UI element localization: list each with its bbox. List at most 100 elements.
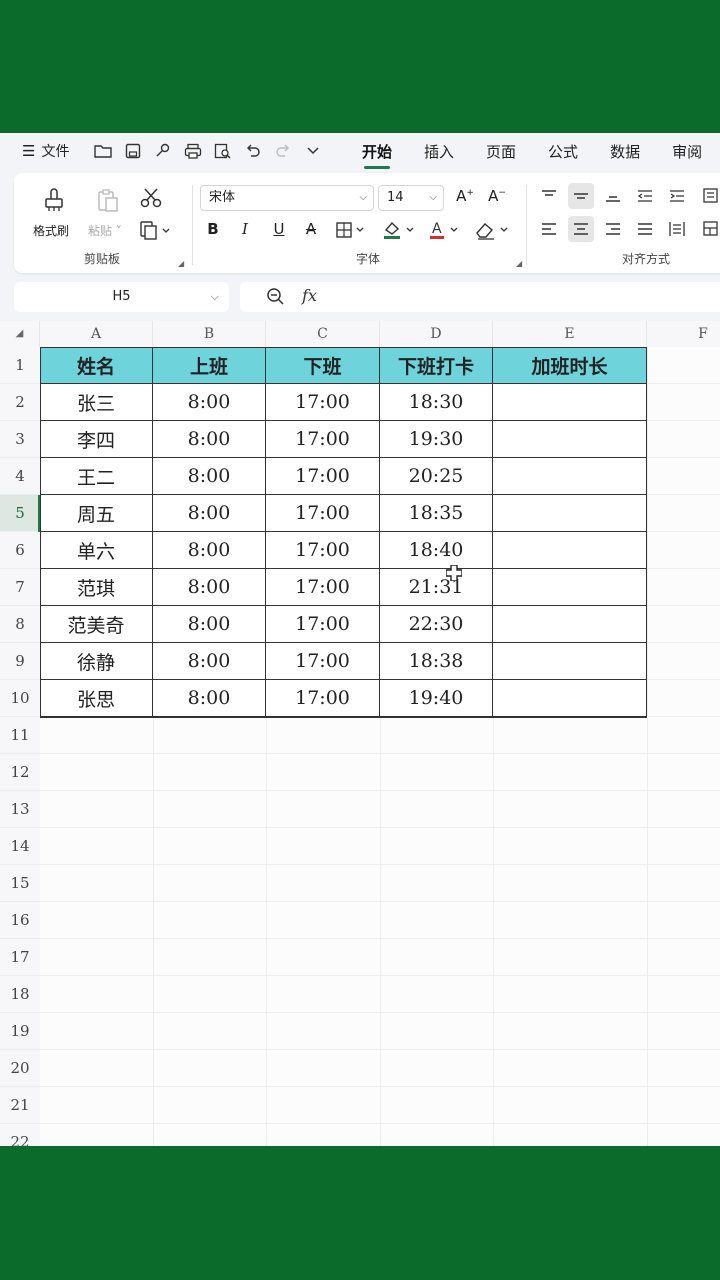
zoom-icon[interactable]	[266, 287, 286, 311]
bold-icon[interactable]: B	[202, 220, 224, 238]
wrap-text-icon[interactable]	[698, 183, 720, 209]
font-size-select[interactable]: 14 ⌵	[378, 185, 444, 211]
print-icon[interactable]	[183, 141, 203, 161]
column-header-a[interactable]: A	[40, 321, 153, 347]
row-header[interactable]: 9	[0, 643, 40, 680]
tab-insert[interactable]: 插入	[424, 141, 454, 162]
font-name-value: 宋体	[209, 190, 236, 205]
increase-indent-icon[interactable]	[664, 183, 690, 209]
file-menu-label: 文件	[41, 144, 70, 160]
row-header[interactable]: 1	[0, 347, 40, 384]
font-name-select[interactable]: 宋体 ⌵	[200, 185, 374, 211]
alignment-group-label: 对齐方式	[622, 252, 671, 266]
tab-formulas[interactable]: 公式	[548, 141, 578, 162]
name-box[interactable]: H5 ⌵	[14, 282, 229, 312]
align-middle-icon[interactable]	[568, 183, 594, 209]
row-header[interactable]: 19	[0, 1013, 40, 1050]
justify-icon[interactable]	[632, 216, 658, 242]
open-folder-icon[interactable]	[93, 141, 113, 161]
divider	[526, 185, 527, 265]
cut-icon[interactable]	[138, 185, 164, 211]
row-header[interactable]: 10	[0, 680, 40, 717]
paste-label[interactable]: 粘贴 ˅	[88, 222, 122, 239]
row-header[interactable]: 15	[0, 865, 40, 902]
clear-format-icon[interactable]	[472, 217, 516, 243]
font-size-value: 14	[387, 190, 404, 205]
tab-page[interactable]: 页面	[486, 141, 516, 162]
row-header[interactable]: 17	[0, 939, 40, 976]
file-menu[interactable]: ☰ 文件	[22, 141, 69, 161]
name-box-value: H5	[112, 289, 131, 304]
align-bottom-icon[interactable]	[600, 183, 626, 209]
formula-bar[interactable]: fx	[240, 282, 720, 312]
align-left-icon[interactable]	[536, 216, 562, 242]
row-header[interactable]: 12	[0, 754, 40, 791]
row-header[interactable]: 14	[0, 828, 40, 865]
column-header-f[interactable]: F	[647, 321, 720, 347]
row-header[interactable]: 13	[0, 791, 40, 828]
share-icon[interactable]	[153, 141, 173, 161]
print-preview-icon[interactable]	[213, 141, 233, 161]
chevron-down-icon: ⌵	[359, 192, 367, 203]
chevron-down-icon[interactable]	[303, 141, 323, 161]
row-header[interactable]: 4	[0, 458, 40, 495]
decrease-font-icon[interactable]: A−	[486, 187, 508, 205]
column-header-b[interactable]: B	[153, 321, 266, 347]
table-border	[40, 347, 647, 718]
cell-cursor-icon	[445, 564, 463, 585]
align-top-icon[interactable]	[536, 183, 562, 209]
undo-icon[interactable]	[243, 141, 263, 161]
align-center-icon[interactable]	[568, 216, 594, 242]
font-color-icon[interactable]: A	[426, 217, 466, 243]
borders-icon[interactable]	[334, 219, 370, 241]
redo-icon[interactable]	[273, 141, 293, 161]
row-header[interactable]: 16	[0, 902, 40, 939]
underline-icon[interactable]: U	[268, 220, 290, 238]
row-header[interactable]: 8	[0, 606, 40, 643]
distributed-icon[interactable]	[664, 216, 690, 242]
strikethrough-icon[interactable]: A	[300, 220, 322, 238]
select-all-corner[interactable]: ◢	[0, 321, 40, 347]
tab-review[interactable]: 审阅	[672, 141, 702, 162]
divider	[192, 185, 193, 265]
row-header[interactable]: 7	[0, 569, 40, 606]
chevron-down-icon: ⌵	[429, 192, 437, 203]
chevron-down-icon: ⌵	[210, 290, 219, 303]
clipboard-group-label: 剪贴板	[84, 252, 121, 266]
row-header[interactable]: 18	[0, 976, 40, 1013]
spreadsheet-app: ☰ 文件 开始 插入 页面 公式 数据 审阅 格式刷 粘贴 ˅ 剪贴板 ◢ 宋体…	[0, 133, 720, 1146]
italic-icon[interactable]: I	[234, 220, 256, 238]
format-painter-label[interactable]: 格式刷	[33, 222, 69, 239]
alignment-group: 对齐方式	[532, 173, 720, 273]
row-header[interactable]: 20	[0, 1050, 40, 1087]
format-painter-icon[interactable]	[40, 187, 68, 215]
worksheet-grid[interactable]: ◢ A B C D E F 1 2 3 4 5 6 7 8 9 10 11 12 13 14 15 16 17 1…	[0, 321, 720, 1146]
column-header-e[interactable]: E	[493, 321, 647, 347]
bottom-frame	[0, 1146, 720, 1280]
row-header[interactable]: 2	[0, 384, 40, 421]
row-header[interactable]: 22	[0, 1124, 40, 1146]
row-header[interactable]: 11	[0, 717, 40, 754]
copy-icon[interactable]	[138, 217, 174, 243]
tab-home[interactable]: 开始	[362, 141, 392, 169]
row-header[interactable]: 5	[0, 495, 40, 532]
font-expand-icon[interactable]: ◢	[516, 259, 522, 268]
clipboard-group: 格式刷 粘贴 ˅ 剪贴板 ◢	[14, 173, 189, 273]
column-header-d[interactable]: D	[380, 321, 493, 347]
fill-color-icon[interactable]	[380, 217, 420, 243]
align-right-icon[interactable]	[600, 216, 626, 242]
merge-cells-icon[interactable]	[698, 216, 720, 242]
row-header[interactable]: 21	[0, 1087, 40, 1124]
svg-text:A: A	[432, 221, 442, 237]
row-header[interactable]: 3	[0, 421, 40, 458]
row-header[interactable]: 6	[0, 532, 40, 569]
decrease-indent-icon[interactable]	[632, 183, 658, 209]
increase-font-icon[interactable]: A+	[454, 187, 476, 205]
tab-data[interactable]: 数据	[610, 141, 640, 162]
function-icon[interactable]: fx	[302, 286, 317, 305]
clipboard-expand-icon[interactable]: ◢	[178, 259, 184, 268]
menu-bar: ☰ 文件 开始 插入 页面 公式 数据 审阅	[0, 133, 720, 169]
paste-icon[interactable]	[94, 187, 122, 215]
save-icon[interactable]	[123, 141, 143, 161]
column-header-c[interactable]: C	[266, 321, 380, 347]
